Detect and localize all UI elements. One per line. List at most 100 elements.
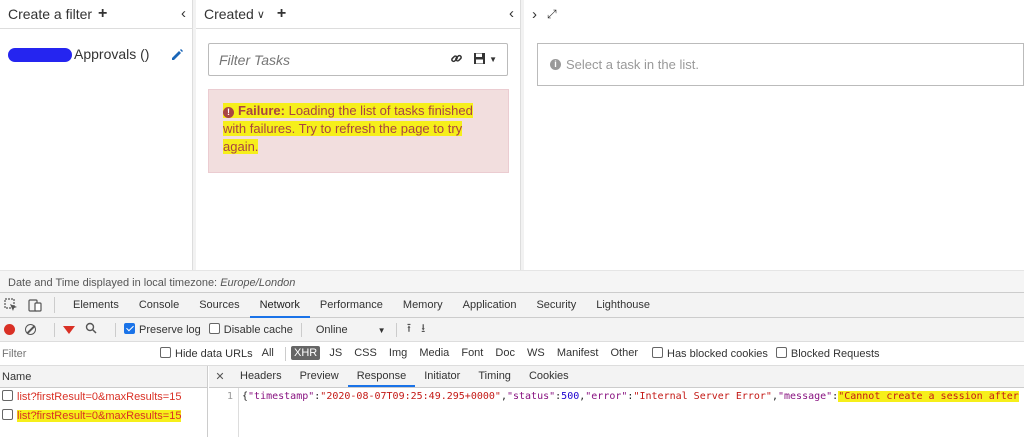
type-ws[interactable]: WS [524,346,548,360]
detail-tabbar: ✕ Headers Preview Response Initiator Tim… [209,366,1024,388]
preserve-log-checkbox[interactable]: Preserve log [124,323,201,336]
tab-timing[interactable]: Timing [469,366,520,387]
divider [115,322,116,337]
name-column-header[interactable]: Name [0,366,207,388]
hide-data-urls-label: Hide data URLs [175,348,253,360]
tab-console[interactable]: Console [129,293,189,318]
close-icon[interactable]: ✕ [209,370,231,383]
json-timestamp: 2020-08-07T09:25:49.295+0000 [326,391,495,402]
create-filter-label[interactable]: Create a filter [8,6,92,22]
request-row[interactable]: list?firstResult=0&maxResults=15 [0,388,207,407]
add-filter-icon[interactable]: + [98,5,107,23]
type-js[interactable]: JS [326,346,345,360]
search-icon[interactable] [85,322,97,337]
caret-down-icon[interactable]: ▼ [489,55,497,64]
type-manifest[interactable]: Manifest [554,346,602,360]
network-filterbar: Hide data URLs All XHR JS CSS Img Media … [0,342,1024,366]
pencil-icon[interactable] [170,48,184,65]
inspect-element-icon[interactable] [4,298,18,312]
response-body[interactable]: 1 {"timestamp":"2020-08-07T09:25:49.295+… [209,388,1024,437]
request-list: Name list?firstResult=0&maxResults=15 li… [0,366,208,437]
type-doc[interactable]: Doc [492,346,518,360]
request-icon [2,409,13,420]
device-toolbar-icon[interactable] [28,298,42,312]
json-message: "Cannot create a session after [838,391,1019,402]
network-body: Name list?firstResult=0&maxResults=15 li… [0,366,1024,437]
type-img[interactable]: Img [386,346,410,360]
tab-cookies[interactable]: Cookies [520,366,578,387]
tab-elements[interactable]: Elements [63,293,129,318]
filter-funnel-icon[interactable] [63,325,75,334]
type-all[interactable]: All [259,346,277,360]
task-detail-header: › ⤢ [524,0,1024,29]
has-blocked-cookies-checkbox[interactable]: Has blocked cookies [652,347,768,360]
alert-title: Failure: [238,103,285,118]
filter-tasks-input[interactable] [219,51,441,68]
checkbox-icon [160,347,171,358]
sort-created-dropdown[interactable]: Created [204,6,254,22]
disable-cache-checkbox[interactable]: Disable cache [208,323,293,336]
record-icon[interactable] [4,324,15,335]
filter-tasks-box: ▼ [208,43,508,76]
network-toolbar: Preserve log Disable cache Online ▼ ⭱ ⭳ [0,318,1024,342]
chevron-down-icon[interactable]: ∨ [257,8,265,21]
clear-icon[interactable] [25,324,36,335]
export-har-icon[interactable]: ⭳ [421,319,425,340]
checkbox-icon [652,347,663,358]
line-number: 1 [209,388,239,437]
checkbox-checked-icon [124,323,135,334]
divider [54,322,55,337]
divider [395,322,397,337]
tab-application[interactable]: Application [453,293,527,318]
type-filters: All XHR JS CSS Img Media Font Doc WS Man… [259,346,644,361]
link-icon[interactable] [450,52,463,68]
collapse-list-icon[interactable]: ‹ [509,5,514,22]
request-row[interactable]: list?firstResult=0&maxResults=15 [0,407,207,426]
throttle-select[interactable]: Online ▼ [316,324,388,336]
tab-headers[interactable]: Headers [231,366,291,387]
task-detail-column: › ⤢ i Select a task in the list. [524,0,1024,270]
expand-list-icon[interactable]: › [532,6,537,23]
tab-security[interactable]: Security [526,293,586,318]
preserve-log-label: Preserve log [139,324,201,336]
request-name: list?firstResult=0&maxResults=15 [17,391,182,403]
has-blocked-cookies-label: Has blocked cookies [667,348,768,360]
task-placeholder-text: Select a task in the list. [566,57,699,72]
filters-header: Create a filter + ‹ [0,0,192,29]
task-list-header: Created ∨ + ‹ [196,0,520,29]
disable-cache-label: Disable cache [223,324,293,336]
hide-data-urls-checkbox[interactable]: Hide data URLs [160,347,253,360]
blocked-requests-checkbox[interactable]: Blocked Requests [775,347,880,360]
tab-response[interactable]: Response [347,366,416,387]
filter-item-approvals[interactable]: Approvals () [8,46,188,65]
collapse-filters-icon[interactable]: ‹ [181,5,186,22]
alert-highlight: ! Failure: Loading the list of tasks fini… [223,103,473,154]
tab-memory[interactable]: Memory [393,293,453,318]
type-media[interactable]: Media [416,346,452,360]
filter-item-label: Approvals () [74,46,150,62]
fullscreen-icon[interactable]: ⤢ [547,7,557,22]
request-detail: ✕ Headers Preview Response Initiator Tim… [209,366,1024,437]
task-placeholder: i Select a task in the list. [537,43,1024,86]
tab-preview[interactable]: Preview [291,366,348,387]
tab-sources[interactable]: Sources [189,293,249,318]
divider [300,322,302,337]
save-icon[interactable] [473,52,486,68]
tab-performance[interactable]: Performance [310,293,393,318]
type-other[interactable]: Other [607,346,641,360]
timezone-label: Date and Time displayed in local timezon… [8,277,218,289]
task-list-column: Created ∨ + ‹ ▼ !Failure: Loading the li… [196,0,521,270]
type-font[interactable]: Font [458,346,486,360]
network-filter-input[interactable] [2,345,148,362]
add-sorting-icon[interactable]: + [277,5,286,23]
tab-initiator[interactable]: Initiator [415,366,469,387]
tab-network[interactable]: Network [249,293,310,318]
exclamation-icon: ! [223,107,234,118]
divider [54,297,55,313]
tab-lighthouse[interactable]: Lighthouse [586,293,660,318]
type-xhr[interactable]: XHR [291,346,321,361]
import-har-icon[interactable]: ⭱ [407,319,411,340]
json-status: 500 [561,391,580,402]
response-json: {"timestamp":"2020-08-07T09:25:49.295+00… [242,391,1019,402]
type-css[interactable]: CSS [351,346,380,360]
